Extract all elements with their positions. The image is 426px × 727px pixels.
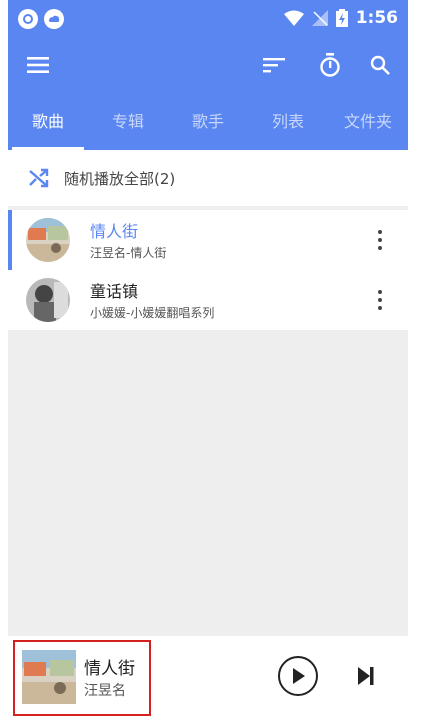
shuffle-all-button[interactable]: 随机播放全部(2) bbox=[8, 150, 408, 206]
tab-bar: 歌曲 专辑 歌手 列表 文件夹 bbox=[8, 98, 408, 150]
song-list: 随机播放全部(2) 情人街 汪昱名-情人街 童话镇 小媛媛-小媛媛翻唱系列 bbox=[8, 150, 408, 636]
album-art bbox=[26, 278, 70, 322]
shuffle-label: 随机播放全部(2) bbox=[64, 169, 176, 188]
song-title: 情人街 bbox=[90, 222, 139, 241]
shuffle-icon bbox=[29, 168, 49, 188]
mini-player: 情人街 汪昱名 bbox=[8, 636, 408, 727]
player-song-title[interactable]: 情人街 bbox=[84, 654, 135, 679]
no-signal-icon bbox=[311, 10, 328, 26]
skip-next-icon bbox=[358, 667, 374, 685]
play-button[interactable] bbox=[278, 656, 318, 696]
search-icon[interactable] bbox=[360, 45, 400, 85]
tab-artists[interactable]: 歌手 bbox=[168, 98, 248, 150]
song-item[interactable]: 童话镇 小媛媛-小媛媛翻唱系列 bbox=[8, 270, 408, 330]
song-subtitle: 小媛媛-小媛媛翻唱系列 bbox=[90, 306, 215, 320]
tab-songs[interactable]: 歌曲 bbox=[8, 98, 88, 150]
player-album-art[interactable] bbox=[22, 650, 76, 704]
wifi-icon bbox=[283, 10, 304, 26]
battery-charging-icon bbox=[335, 9, 348, 27]
more-options-icon[interactable] bbox=[368, 224, 392, 256]
app-bar: 歌曲 专辑 歌手 列表 文件夹 bbox=[8, 40, 408, 150]
player-artist[interactable]: 汪昱名 bbox=[84, 680, 126, 700]
timer-icon[interactable] bbox=[310, 45, 350, 85]
play-icon bbox=[293, 668, 305, 684]
song-title: 童话镇 bbox=[90, 282, 139, 301]
menu-icon[interactable] bbox=[18, 45, 58, 85]
song-item[interactable]: 情人街 汪昱名-情人街 bbox=[8, 210, 408, 270]
status-time: 1:56 bbox=[355, 8, 398, 28]
app-circle-icon bbox=[18, 9, 38, 29]
music-app-screen: 1:56 歌曲 专辑 歌手 列表 文件夹 随机播放全部(2) 情人街 汪昱名-情… bbox=[8, 0, 408, 727]
sort-icon[interactable] bbox=[254, 45, 294, 85]
tab-folders[interactable]: 文件夹 bbox=[328, 98, 408, 150]
skip-next-button[interactable] bbox=[352, 662, 380, 690]
tab-playlists[interactable]: 列表 bbox=[248, 98, 328, 150]
tab-albums[interactable]: 专辑 bbox=[88, 98, 168, 150]
song-subtitle: 汪昱名-情人街 bbox=[90, 246, 167, 260]
more-options-icon[interactable] bbox=[368, 284, 392, 316]
album-art bbox=[26, 218, 70, 262]
cloud-app-icon bbox=[44, 9, 64, 29]
now-playing-indicator bbox=[8, 210, 12, 270]
status-bar: 1:56 bbox=[8, 0, 408, 40]
